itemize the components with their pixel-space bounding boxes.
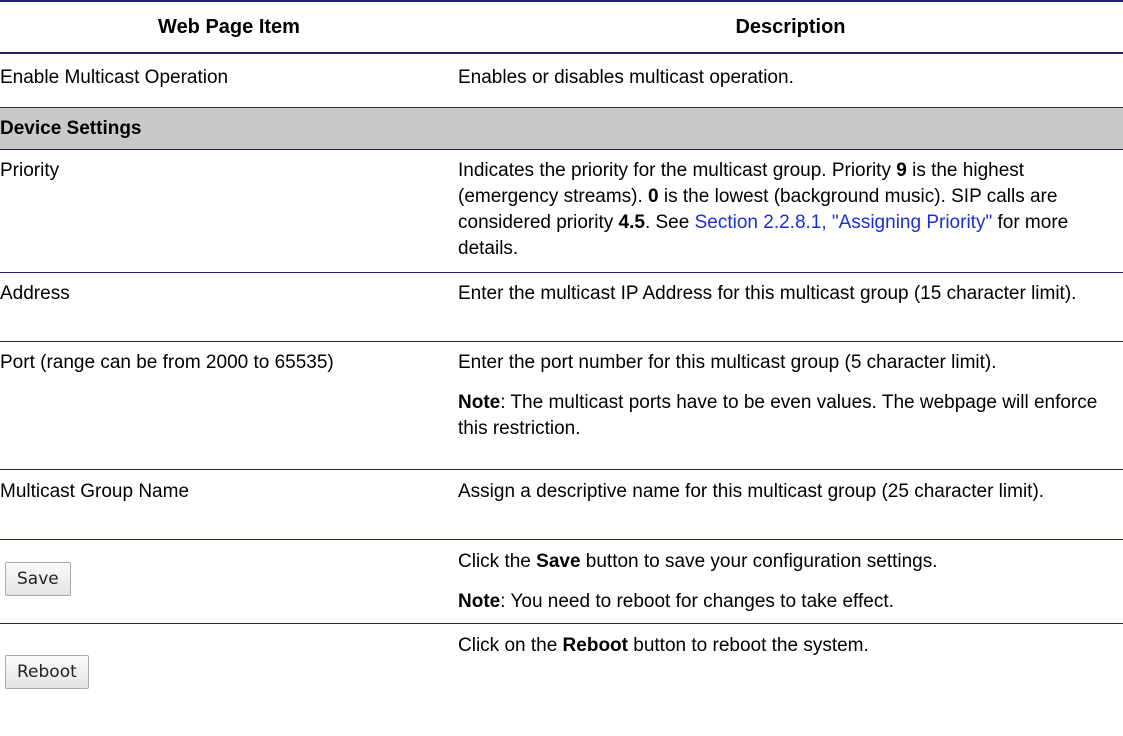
table-row: Address Enter the multicast IP Address f… bbox=[0, 272, 1123, 342]
column-header-item: Web Page Item bbox=[0, 0, 458, 54]
note-port: Note: The multicast ports have to be eve… bbox=[458, 392, 1098, 439]
section-link-assigning-priority[interactable]: Section 2.2.8.1, "Assigning Priority" bbox=[695, 212, 993, 233]
table-row: Priority Indicates the priority for the … bbox=[0, 149, 1123, 273]
desc-enable-multicast: Enables or disables multicast operation. bbox=[458, 67, 794, 88]
table-row: Enable Multicast Operation Enables or di… bbox=[0, 53, 1123, 108]
desc-multicast-group-name: Assign a descriptive name for this multi… bbox=[458, 481, 1045, 502]
item-multicast-group-name: Multicast Group Name bbox=[0, 481, 190, 502]
item-priority: Priority bbox=[0, 160, 60, 181]
desc-priority: Indicates the priority for the multicast… bbox=[458, 160, 1069, 259]
item-port: Port (range can be from 2000 to 65535) bbox=[0, 352, 334, 373]
note-save: Note: You need to reboot for changes to … bbox=[458, 591, 894, 612]
document-page: Web Page Item Description Enable Multica… bbox=[0, 0, 1123, 736]
desc-address: Enter the multicast IP Address for this … bbox=[458, 283, 1077, 304]
reboot-button[interactable]: Reboot bbox=[5, 655, 89, 689]
item-enable-multicast: Enable Multicast Operation bbox=[0, 67, 229, 88]
desc-reboot: Click on the Reboot button to reboot the… bbox=[458, 635, 869, 656]
table-row: Multicast Group Name Assign a descriptiv… bbox=[0, 469, 1123, 540]
web-page-items-table: Web Page Item Description Enable Multica… bbox=[0, 0, 1123, 714]
table-row: Reboot Click on the Reboot button to reb… bbox=[0, 624, 1123, 715]
desc-port: Enter the port number for this multicast… bbox=[458, 352, 997, 373]
table-header-row: Web Page Item Description bbox=[0, 0, 1123, 54]
column-header-description: Description bbox=[458, 0, 1123, 54]
section-header-row: Device Settings bbox=[0, 107, 1123, 150]
item-address: Address bbox=[0, 283, 70, 304]
desc-save: Click the Save button to save your confi… bbox=[458, 551, 938, 572]
table-row: Save Click the Save button to save your … bbox=[0, 539, 1123, 624]
save-button[interactable]: Save bbox=[5, 562, 71, 596]
section-title-device-settings: Device Settings bbox=[0, 118, 142, 139]
table-row: Port (range can be from 2000 to 65535) E… bbox=[0, 341, 1123, 470]
